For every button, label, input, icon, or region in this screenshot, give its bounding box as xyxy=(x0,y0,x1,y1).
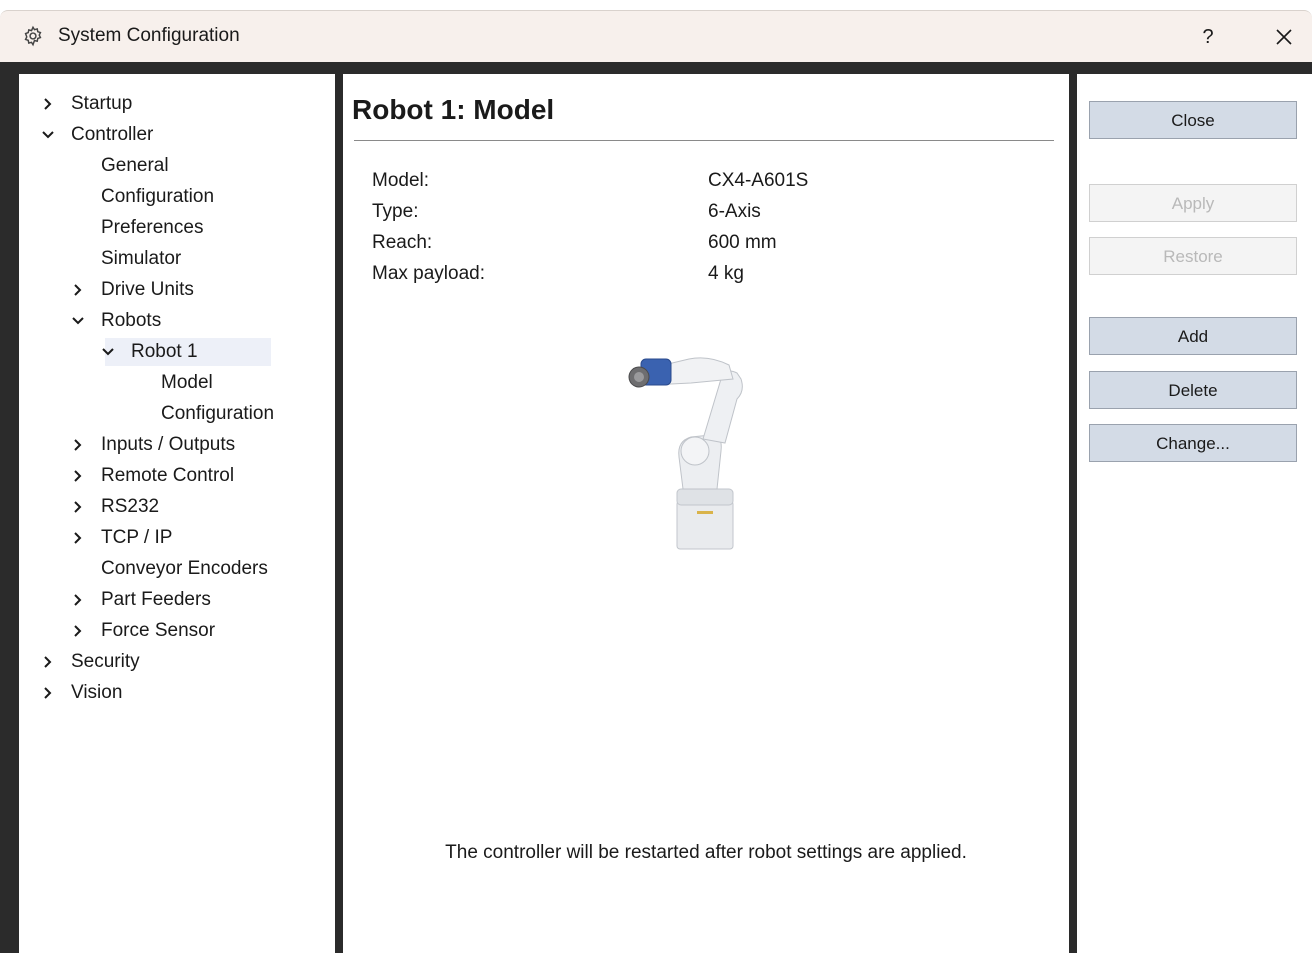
tree-item-robot-1[interactable]: Robot 1 xyxy=(102,338,271,366)
system-configuration-window: System Configuration ? Startup Controller… xyxy=(0,0,1312,954)
navigation-tree: Startup Controller General Configuration Pre… xyxy=(19,74,335,954)
tree-item-model[interactable]: Model xyxy=(161,369,213,397)
tree-item-label: Conveyor Encoders xyxy=(101,558,268,579)
tree-item-robots[interactable]: Robots xyxy=(71,307,161,335)
title-divider xyxy=(354,140,1054,141)
tree-item-inputs-outputs[interactable]: Inputs / Outputs xyxy=(71,431,235,459)
tree-item-label: Simulator xyxy=(101,248,182,269)
chevron-down-icon[interactable] xyxy=(101,345,115,359)
tree-item-part-feeders[interactable]: Part Feeders xyxy=(71,586,211,614)
tree-item-drive-units[interactable]: Drive Units xyxy=(71,276,194,304)
robot-image xyxy=(628,357,743,550)
help-button[interactable]: ? xyxy=(1190,19,1226,55)
title-bar: System Configuration ? xyxy=(0,10,1312,63)
tree-item-controller[interactable]: Controller xyxy=(41,121,153,149)
chevron-right-icon[interactable] xyxy=(71,500,85,514)
tree-item-security[interactable]: Security xyxy=(41,648,140,676)
chevron-right-icon[interactable] xyxy=(71,593,85,607)
chevron-right-icon[interactable] xyxy=(71,469,85,483)
tree-item-configuration[interactable]: Configuration xyxy=(161,400,274,428)
window-title: System Configuration xyxy=(58,25,240,46)
tree-item-label: Controller xyxy=(71,124,154,145)
type-value: 6-Axis xyxy=(708,201,761,222)
tree-item-label: General xyxy=(101,155,169,176)
tree-item-label: Startup xyxy=(71,93,133,114)
tree-item-simulator[interactable]: Simulator xyxy=(101,245,181,273)
restore-button[interactable]: Restore xyxy=(1089,237,1297,275)
chevron-right-icon[interactable] xyxy=(41,655,55,669)
tree-item-tcp-ip[interactable]: TCP / IP xyxy=(71,524,172,552)
gear-icon xyxy=(24,25,42,47)
tree-item-label: Security xyxy=(71,651,140,672)
chevron-right-icon[interactable] xyxy=(71,438,85,452)
tree-item-label: RS232 xyxy=(101,496,160,517)
chevron-down-icon[interactable] xyxy=(41,128,55,142)
tree-item-label: Vision xyxy=(71,682,123,703)
type-label: Type: xyxy=(372,201,419,222)
chevron-right-icon[interactable] xyxy=(71,531,85,545)
tree-item-conveyor-encoders[interactable]: Conveyor Encoders xyxy=(101,555,268,583)
chevron-right-icon[interactable] xyxy=(41,686,55,700)
chevron-right-icon[interactable] xyxy=(71,283,85,297)
tree-item-label: Configuration xyxy=(161,403,275,424)
tree-item-label: Remote Control xyxy=(101,465,235,486)
tree-item-remote-control[interactable]: Remote Control xyxy=(71,462,234,490)
tree-item-label: Configuration xyxy=(101,186,215,207)
tree-item-label: Drive Units xyxy=(101,279,194,300)
close-window-icon[interactable] xyxy=(1266,19,1302,55)
tree-item-label: Preferences xyxy=(101,217,204,238)
tree-item-force-sensor[interactable]: Force Sensor xyxy=(71,617,215,645)
tree-item-rs232[interactable]: RS232 xyxy=(71,493,159,521)
tree-item-startup[interactable]: Startup xyxy=(41,90,132,118)
chevron-down-icon[interactable] xyxy=(71,314,85,328)
tree-item-label: Robot 1 xyxy=(131,341,198,362)
chevron-right-icon[interactable] xyxy=(41,97,55,111)
max-payload-value: 4 kg xyxy=(708,263,744,284)
tree-item-configuration[interactable]: Configuration xyxy=(101,183,214,211)
tree-item-label: Inputs / Outputs xyxy=(101,434,236,455)
main-panel: Robot 1: Model Model: CX4-A601S Type: 6-… xyxy=(343,74,1069,954)
delete-button[interactable]: Delete xyxy=(1089,371,1297,409)
tree-item-vision[interactable]: Vision xyxy=(41,679,122,707)
tree-item-label: TCP / IP xyxy=(101,527,173,548)
close-button[interactable]: Close xyxy=(1089,101,1297,139)
tree-item-label: Force Sensor xyxy=(101,620,216,641)
model-value: CX4-A601S xyxy=(708,170,809,191)
change-button[interactable]: Change... xyxy=(1089,424,1297,462)
content-frame: Startup Controller General Configuration Pre… xyxy=(0,62,1312,954)
model-label: Model: xyxy=(372,170,430,191)
tree-item-label: Part Feeders xyxy=(101,589,211,610)
tree-item-label: Robots xyxy=(101,310,162,331)
chevron-right-icon[interactable] xyxy=(71,624,85,638)
page-title: Robot 1: Model xyxy=(352,94,555,125)
add-button[interactable]: Add xyxy=(1089,317,1297,355)
tree-item-general[interactable]: General xyxy=(101,152,169,180)
apply-button[interactable]: Apply xyxy=(1089,184,1297,222)
reach-label: Reach: xyxy=(372,232,433,253)
tree-item-preferences[interactable]: Preferences xyxy=(101,214,203,242)
action-panel: Close Apply Restore Add Delete Change... xyxy=(1077,74,1312,954)
reach-value: 600 mm xyxy=(708,232,777,253)
max-payload-label: Max payload: xyxy=(372,263,486,284)
tree-item-label: Model xyxy=(161,372,213,393)
restart-note: The controller will be restarted after r… xyxy=(445,842,967,863)
